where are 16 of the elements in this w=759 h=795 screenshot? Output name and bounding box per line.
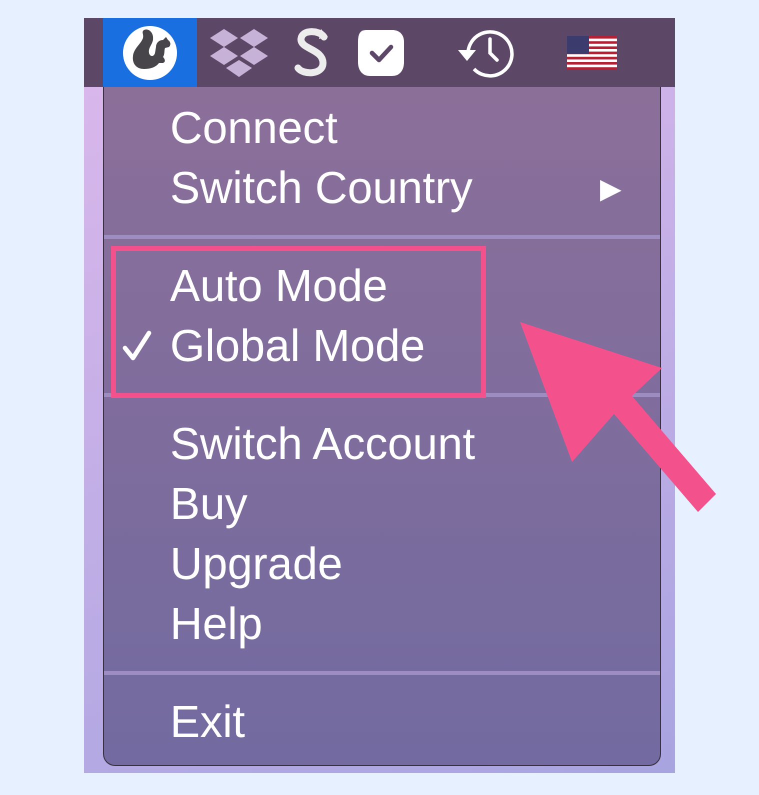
menu-item[interactable]: Connect bbox=[170, 102, 338, 154]
squirrel-icon[interactable] bbox=[122, 24, 178, 80]
flag-icon[interactable] bbox=[567, 36, 617, 70]
submenu-arrow: ▶ bbox=[600, 172, 622, 204]
check-bubble-icon[interactable] bbox=[356, 28, 406, 78]
selected-item-highlight[interactable] bbox=[103, 18, 197, 87]
menu-item[interactable]: Exit bbox=[170, 696, 246, 748]
menu-item[interactable]: Global Mode bbox=[170, 320, 426, 372]
menu-item[interactable]: Switch Account bbox=[170, 418, 476, 470]
s-curve-icon[interactable] bbox=[294, 26, 330, 78]
menu-item[interactable]: Upgrade bbox=[170, 538, 343, 590]
diamonds-icon[interactable] bbox=[208, 26, 270, 78]
menu-item[interactable]: Help bbox=[170, 598, 263, 650]
menu-item[interactable]: Switch Country bbox=[170, 162, 473, 214]
menu-item[interactable]: Auto Mode bbox=[170, 260, 388, 312]
menu-item[interactable]: Buy bbox=[170, 478, 248, 530]
